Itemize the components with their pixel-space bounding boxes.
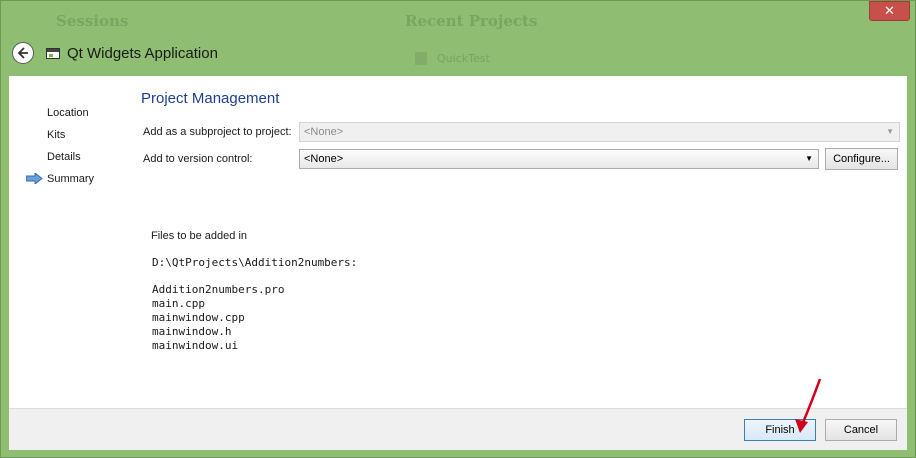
- wizard-header: Qt Widgets Application: [8, 33, 908, 75]
- wizard-content: Location Kits Details Summary Project Ma…: [9, 76, 907, 408]
- configure-button[interactable]: Configure...: [825, 148, 898, 170]
- version-control-value: <None>: [304, 153, 344, 165]
- sidebar-item-kits: Kits: [47, 129, 66, 141]
- section-title: Project Management: [141, 90, 280, 107]
- close-button[interactable]: ✕: [869, 1, 910, 21]
- file-item: mainwindow.ui: [152, 339, 239, 352]
- subproject-label: Add as a subproject to project:: [143, 126, 292, 138]
- file-item: mainwindow.h: [152, 325, 232, 338]
- dropdown-arrow-icon: ▼: [805, 154, 813, 163]
- back-button[interactable]: [12, 42, 34, 64]
- dropdown-arrow-icon: ▼: [886, 127, 894, 136]
- window-app-icon: [46, 48, 60, 59]
- current-step-arrow-icon: [26, 173, 43, 184]
- wizard-footer: Finish Cancel: [9, 408, 907, 450]
- version-control-select[interactable]: <None> ▼: [299, 149, 819, 169]
- subproject-select: <None> ▼: [299, 122, 900, 142]
- subproject-value: <None>: [304, 126, 344, 138]
- files-path: D:\QtProjects\Addition2numbers:: [152, 256, 358, 269]
- file-item: mainwindow.cpp: [152, 311, 245, 324]
- wizard-title: Qt Widgets Application: [67, 45, 218, 62]
- sidebar-item-location: Location: [47, 107, 89, 119]
- file-item: main.cpp: [152, 297, 205, 310]
- file-item: Addition2numbers.pro: [152, 283, 285, 296]
- annotation-arrow-icon: [795, 378, 822, 433]
- sidebar-item-summary: Summary: [47, 173, 95, 185]
- cancel-button[interactable]: Cancel: [825, 419, 897, 441]
- sidebar-item-details: Details: [47, 151, 81, 163]
- version-control-label: Add to version control:: [143, 153, 253, 165]
- back-arrow-icon: [17, 47, 28, 59]
- files-heading: Files to be added in: [151, 230, 248, 242]
